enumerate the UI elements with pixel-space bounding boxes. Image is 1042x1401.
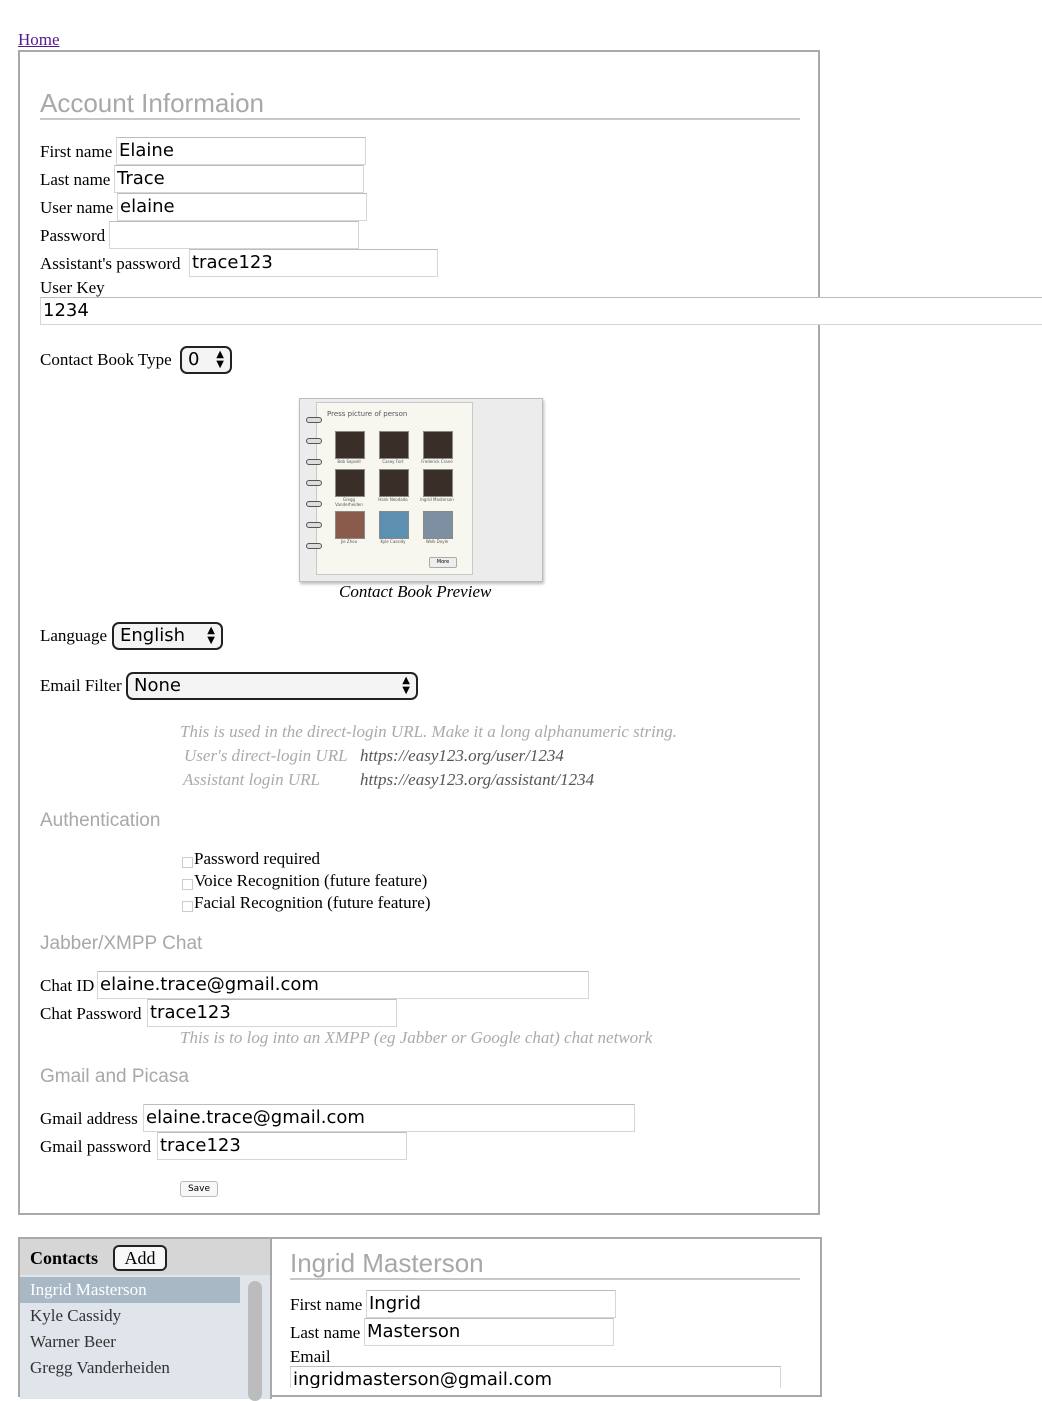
user-key-input[interactable]: 1234: [40, 297, 1042, 325]
preview-name: Gregg Vanderheiden: [335, 497, 363, 507]
contact-book-preview-image: Press picture of person Bob Sepsell Case…: [299, 398, 543, 582]
preview-name: Casey Fort: [382, 459, 404, 464]
password-label: Password: [40, 226, 106, 245]
preview-header: Press picture of person: [327, 410, 408, 418]
home-link[interactable]: Home: [18, 30, 60, 50]
contact-list-item[interactable]: Gregg Vanderheiden: [20, 1355, 240, 1381]
contact-email-label: Email: [290, 1347, 331, 1366]
chat-id-input[interactable]: elaine.trace@gmail.com: [97, 971, 589, 999]
ring-icon: [306, 417, 322, 423]
preview-photo: [379, 511, 409, 539]
facial-recognition-checkbox[interactable]: [182, 901, 193, 912]
contact-first-name-input[interactable]: Ingrid: [366, 1290, 616, 1318]
chat-hint: This is to log into an XMPP (eg Jabber o…: [180, 1028, 653, 1047]
gmail-password-label: Gmail password: [40, 1137, 151, 1156]
preview-caption: Contact Book Preview: [339, 582, 492, 601]
chat-id-label: Chat ID: [40, 976, 95, 995]
facial-recognition-label: Facial Recognition (future feature): [194, 893, 431, 912]
password-required-checkbox[interactable]: [182, 857, 193, 868]
email-filter-value: None: [134, 675, 181, 696]
voice-recognition-label: Voice Recognition (future feature): [194, 871, 428, 890]
preview-photo: [379, 469, 409, 497]
gmail-address-label: Gmail address: [40, 1109, 138, 1128]
select-arrows-icon: ▲ ▼: [402, 675, 410, 696]
ring-icon: [306, 522, 322, 528]
last-name-label: Last name: [40, 170, 111, 189]
first-name-input[interactable]: Elaine: [116, 137, 366, 165]
ring-icon: [306, 438, 322, 444]
preview-photo: [423, 431, 453, 459]
gmail-address-input[interactable]: elaine.trace@gmail.com: [143, 1104, 635, 1132]
password-input[interactable]: [109, 221, 359, 249]
first-name-label: First name: [40, 142, 113, 161]
add-contact-button[interactable]: Add: [113, 1245, 167, 1271]
preview-name: Kyle Cassidy: [380, 539, 406, 544]
assistant-password-label: Assistant's password: [40, 254, 181, 273]
assistant-password-input[interactable]: trace123: [189, 249, 438, 277]
account-title: Account Informaion: [40, 88, 265, 118]
contact-list-item[interactable]: Ingrid Masterson: [20, 1277, 240, 1303]
chat-password-label: Chat Password: [40, 1004, 142, 1023]
preview-photo: [379, 431, 409, 459]
contact-last-name-label: Last name: [290, 1323, 361, 1342]
email-filter-label: Email Filter: [40, 676, 122, 695]
contact-detail-title: Ingrid Masterson: [290, 1248, 484, 1278]
ring-icon: [306, 480, 322, 486]
preview-photo: [335, 431, 365, 459]
email-filter-select[interactable]: None ▲ ▼: [126, 672, 418, 700]
contact-email-input[interactable]: ingridmasterson@gmail.com: [290, 1366, 781, 1388]
preview-book: Press picture of person Bob Sepsell Case…: [316, 402, 473, 575]
contact-list-item[interactable]: Warner Beer: [20, 1329, 240, 1355]
preview-name: Walk Doyle: [425, 539, 449, 544]
contact-list-item[interactable]: Kyle Cassidy: [20, 1303, 240, 1329]
contact-first-name-label: First name: [290, 1295, 363, 1314]
ring-icon: [306, 543, 322, 549]
user-name-label: User name: [40, 198, 114, 217]
preview-name: Frederick Crane: [421, 459, 453, 464]
contacts-title: Contacts: [30, 1248, 98, 1268]
last-name-input[interactable]: Trace: [114, 165, 364, 193]
user-key-hint: This is used in the direct-login URL. Ma…: [180, 722, 678, 741]
contact-book-type-label: Contact Book Type: [40, 350, 172, 369]
preview-name: Ingrid Masterson: [420, 497, 454, 502]
assistant-login-url: https://easy123.org/assistant/1234: [360, 770, 595, 789]
voice-recognition-checkbox[interactable]: [182, 879, 193, 890]
preview-photo: [335, 511, 365, 539]
contact-book-type-value: 0: [188, 349, 200, 370]
gmail-password-input[interactable]: trace123: [157, 1132, 407, 1160]
preview-name: Jie Zhou: [340, 539, 358, 544]
contact-title-rule: [290, 1278, 800, 1280]
chat-title: Jabber/XMPP Chat: [40, 933, 203, 954]
gmail-title: Gmail and Picasa: [40, 1066, 189, 1087]
preview-photo: [335, 469, 365, 497]
contacts-scrollbar[interactable]: [248, 1281, 262, 1401]
contacts-divider: [270, 1239, 272, 1399]
user-key-label: User Key: [40, 278, 105, 297]
contact-book-type-select[interactable]: 0 ▲ ▼: [180, 346, 232, 374]
password-required-label: Password required: [194, 849, 321, 868]
direct-login-url: https://easy123.org/user/1234: [360, 746, 564, 765]
user-name-input[interactable]: elaine: [117, 193, 367, 221]
authentication-title: Authentication: [40, 810, 161, 831]
preview-photo: [423, 469, 453, 497]
language-label: Language: [40, 626, 108, 645]
assistant-login-label: Assistant login URL: [183, 770, 320, 789]
direct-login-label: User's direct-login URL: [184, 746, 348, 765]
preview-photo: [423, 511, 453, 539]
ring-icon: [306, 459, 322, 465]
title-rule: [40, 118, 800, 120]
language-select[interactable]: English ▲ ▼: [112, 622, 223, 650]
chat-password-input[interactable]: trace123: [147, 999, 397, 1027]
select-arrows-icon: ▲ ▼: [207, 625, 215, 646]
preview-name: Bob Sepsell: [337, 459, 361, 464]
preview-name: Hank Neodado: [378, 497, 408, 502]
language-value: English: [120, 625, 185, 646]
contact-last-name-input[interactable]: Masterson: [364, 1318, 614, 1346]
ring-icon: [306, 501, 322, 507]
save-button[interactable]: Save: [180, 1181, 218, 1197]
preview-more-button: More: [429, 557, 457, 568]
select-arrows-icon: ▲ ▼: [216, 349, 224, 370]
